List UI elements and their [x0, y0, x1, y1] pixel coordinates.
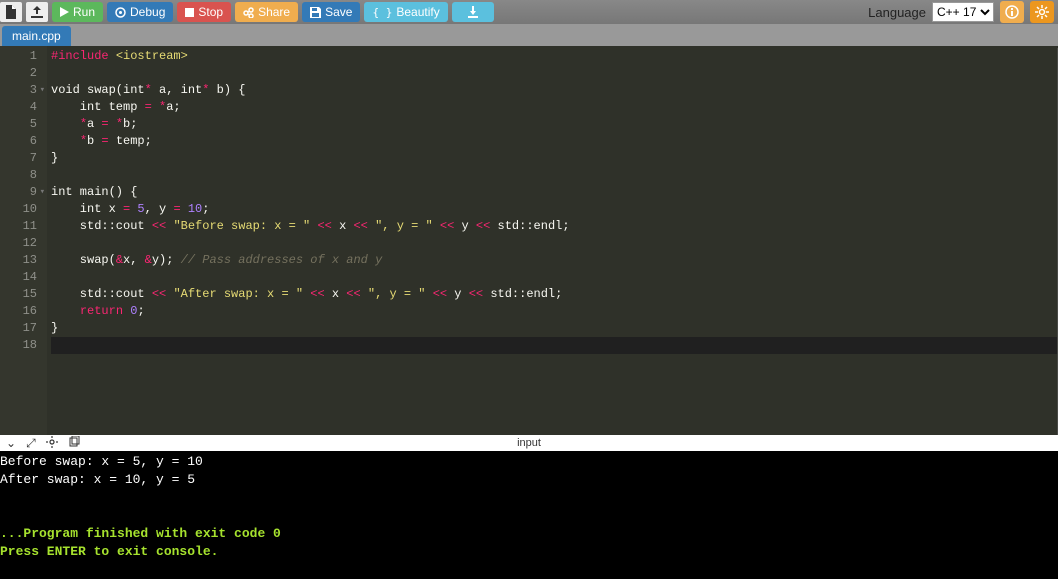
- debug-icon: [115, 7, 126, 18]
- debug-button[interactable]: Debug: [107, 2, 173, 22]
- share-label: Share: [258, 5, 290, 19]
- download-button[interactable]: [452, 2, 494, 22]
- run-label: Run: [73, 5, 95, 19]
- info-icon: [1005, 5, 1019, 19]
- io-header: ⌄ ⤢ input: [0, 435, 1058, 451]
- upload-icon[interactable]: [26, 2, 48, 22]
- save-icon: [310, 7, 321, 18]
- line-number: 9: [0, 184, 37, 201]
- code-line[interactable]: return 0;: [51, 303, 1057, 320]
- console-output-line: [0, 507, 1058, 525]
- collapse-icon[interactable]: ⌄: [6, 436, 16, 451]
- code-line[interactable]: #include <iostream>: [51, 48, 1057, 65]
- line-number: 18: [0, 337, 37, 354]
- editor[interactable]: 123456789101112131415161718 #include <io…: [0, 46, 1058, 435]
- code-line[interactable]: }: [51, 150, 1057, 167]
- beautify-button[interactable]: { } Beautify: [364, 2, 447, 22]
- language-select[interactable]: C++ 17: [932, 2, 994, 22]
- line-number: 3: [0, 82, 37, 99]
- line-number: 15: [0, 286, 37, 303]
- copy-output-icon[interactable]: [68, 436, 80, 451]
- line-number: 4: [0, 99, 37, 116]
- line-number: 12: [0, 235, 37, 252]
- code-line[interactable]: *b = temp;: [51, 133, 1057, 150]
- toolbar: Run Debug Stop Share Save { } Beautify L…: [0, 0, 1058, 24]
- info-button[interactable]: [1000, 1, 1024, 23]
- download-icon: [467, 6, 479, 18]
- code-line[interactable]: swap(&x, &y); // Pass addresses of x and…: [51, 252, 1057, 269]
- code-line[interactable]: int main() {: [51, 184, 1057, 201]
- code-line[interactable]: int temp = *a;: [51, 99, 1057, 116]
- tabbar: main.cpp: [0, 24, 1058, 46]
- code-line[interactable]: [51, 235, 1057, 252]
- line-number: 6: [0, 133, 37, 150]
- line-number: 8: [0, 167, 37, 184]
- code-line[interactable]: [51, 167, 1057, 184]
- console-output-line: After swap: x = 10, y = 5: [0, 471, 1058, 489]
- console-output-line: [0, 489, 1058, 507]
- console[interactable]: Before swap: x = 5, y = 10After swap: x …: [0, 451, 1058, 579]
- stop-label: Stop: [198, 5, 223, 19]
- console-status-line: Press ENTER to exit console.: [0, 543, 1058, 561]
- code-line[interactable]: [51, 65, 1057, 82]
- save-label: Save: [325, 5, 352, 19]
- gutter: 123456789101112131415161718: [0, 46, 47, 435]
- code-line[interactable]: int x = 5, y = 10;: [51, 201, 1057, 218]
- tab-label: main.cpp: [12, 29, 61, 43]
- line-number: 2: [0, 65, 37, 82]
- braces-icon: { }: [372, 6, 392, 19]
- stop-icon: [185, 8, 194, 17]
- new-file-icon[interactable]: [0, 2, 22, 22]
- share-icon: [243, 7, 254, 18]
- stop-button[interactable]: Stop: [177, 2, 231, 22]
- settings-button[interactable]: [1030, 1, 1054, 23]
- line-number: 14: [0, 269, 37, 286]
- tab-main-cpp[interactable]: main.cpp: [2, 26, 71, 46]
- line-number: 1: [0, 48, 37, 65]
- code-line[interactable]: [51, 269, 1057, 286]
- console-settings-icon[interactable]: [46, 436, 58, 451]
- toolbar-right: Language C++ 17: [868, 1, 1058, 23]
- code-line[interactable]: [51, 337, 1057, 354]
- line-number: 5: [0, 116, 37, 133]
- beautify-label: Beautify: [396, 5, 439, 19]
- debug-label: Debug: [130, 5, 165, 19]
- share-button[interactable]: Share: [235, 2, 298, 22]
- code-line[interactable]: void swap(int* a, int* b) {: [51, 82, 1057, 99]
- expand-icon[interactable]: ⤢: [26, 436, 36, 451]
- line-number: 11: [0, 218, 37, 235]
- line-number: 16: [0, 303, 37, 320]
- code-line[interactable]: std::cout << "After swap: x = " << x << …: [51, 286, 1057, 303]
- code-line[interactable]: std::cout << "Before swap: x = " << x <<…: [51, 218, 1057, 235]
- save-button[interactable]: Save: [302, 2, 360, 22]
- line-number: 17: [0, 320, 37, 337]
- code-area[interactable]: #include <iostream> void swap(int* a, int…: [47, 46, 1058, 435]
- console-output-line: Before swap: x = 5, y = 10: [0, 453, 1058, 471]
- line-number: 10: [0, 201, 37, 218]
- io-title: input: [517, 437, 541, 449]
- gear-icon: [1035, 5, 1049, 19]
- line-number: 13: [0, 252, 37, 269]
- play-icon: [60, 7, 69, 17]
- console-status-line: ...Program finished with exit code 0: [0, 525, 1058, 543]
- run-button[interactable]: Run: [52, 2, 103, 22]
- line-number: 7: [0, 150, 37, 167]
- code-line[interactable]: *a = *b;: [51, 116, 1057, 133]
- language-label: Language: [868, 5, 926, 20]
- code-line[interactable]: }: [51, 320, 1057, 337]
